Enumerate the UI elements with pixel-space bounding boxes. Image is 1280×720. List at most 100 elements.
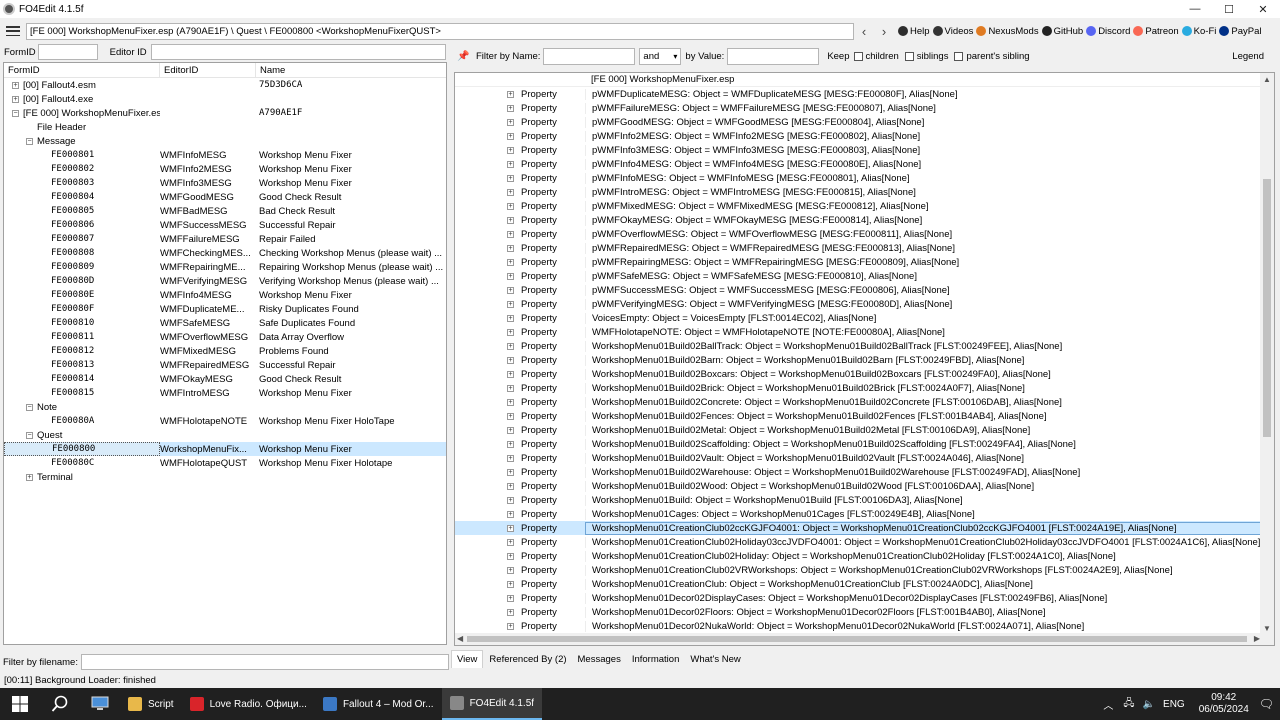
tree-row[interactable]: FE000802 WMFInfo2MESG Workshop Menu Fixer [4, 162, 446, 176]
maximize-button[interactable]: ☐ [1212, 0, 1246, 18]
property-row[interactable]: + Property WorkshopMenu01CreationClub02ccK… [455, 521, 1274, 535]
property-row[interactable]: + Property WorkshopMenu01Build: Object = W… [455, 493, 1274, 507]
tab-what-s-new[interactable]: What's New [685, 651, 745, 668]
link-paypal[interactable]: PayPal [1219, 26, 1261, 37]
property-value[interactable]: pWMFVerifyingMESG: Object = WMFVerifying… [585, 298, 1274, 310]
property-row[interactable]: + Property pWMFOverflowMESG: Object = WMFO… [455, 227, 1274, 241]
property-value[interactable]: pWMFInfoMESG: Object = WMFInfoMESG [MESG… [585, 172, 1274, 184]
expand-icon[interactable]: + [507, 118, 514, 126]
property-value[interactable]: WorkshopMenu01Build02Barn: Object = Work… [585, 354, 1274, 366]
expand-icon[interactable]: + [507, 510, 514, 518]
clock[interactable]: 09:42 06/05/2024 [1199, 692, 1249, 716]
collapse-icon[interactable]: − [26, 137, 33, 145]
property-row[interactable]: + Property pWMFRepairedMESG: Object = WMFR… [455, 241, 1274, 255]
expand-icon[interactable]: + [507, 300, 514, 308]
property-value[interactable]: WorkshopMenu01Build02Vault: Object = Wor… [585, 452, 1274, 464]
tree-row[interactable]: FE00080C WMFHolotapeQUST Workshop Menu Fix… [4, 456, 446, 470]
tree-row[interactable]: − Message [4, 134, 446, 148]
property-row[interactable]: + Property WorkshopMenu01Build02Vault: Obj… [455, 451, 1274, 465]
property-row[interactable]: + Property WMFHolotapeNOTE: Object = WMFHo… [455, 325, 1274, 339]
filter-filename-input[interactable] [80, 654, 449, 670]
property-value[interactable]: pWMFInfo2MESG: Object = WMFInfo2MESG [ME… [585, 130, 1274, 142]
property-row[interactable]: + Property pWMFRepairingMESG: Object = WMF… [455, 255, 1274, 269]
property-value[interactable]: pWMFInfo4MESG: Object = WMFInfo4MESG [ME… [585, 158, 1274, 170]
property-value[interactable]: WorkshopMenu01Decor02NukaWorld: Object =… [585, 620, 1274, 632]
expand-icon[interactable]: + [12, 95, 19, 103]
volume-icon[interactable]: 🔈 [1143, 699, 1155, 710]
expand-icon[interactable]: + [507, 398, 514, 406]
tree-row[interactable]: + [00] Fallout4.esm 75D3D6CA [4, 78, 446, 92]
menu-icon[interactable] [6, 26, 20, 36]
expand-icon[interactable]: + [507, 216, 514, 224]
tab-referenced-by-2[interactable]: Referenced By (2) [484, 651, 571, 668]
property-value[interactable]: pWMFSuccessMESG: Object = WMFSuccessMESG… [585, 284, 1274, 296]
expand-icon[interactable]: + [507, 608, 514, 616]
property-row[interactable]: + Property WorkshopMenu01CreationClub02VRW… [455, 563, 1274, 577]
back-arrow-icon[interactable]: ‹ [854, 24, 874, 39]
property-value[interactable]: pWMFSafeMESG: Object = WMFSafeMESG [MESG… [585, 270, 1274, 282]
expand-icon[interactable]: + [507, 468, 514, 476]
property-row[interactable]: + Property WorkshopMenu01Build02Scaffoldin… [455, 437, 1274, 451]
property-row[interactable]: + Property pWMFInfo3MESG: Object = WMFInfo… [455, 143, 1274, 157]
tree-row[interactable]: FE00080D WMFVerifyingMESG Verifying Worksh… [4, 274, 446, 288]
property-value[interactable]: pWMFInfo3MESG: Object = WMFInfo3MESG [ME… [585, 144, 1274, 156]
expand-icon[interactable]: + [507, 104, 514, 112]
property-row[interactable]: + Property WorkshopMenu01Cages: Object = W… [455, 507, 1274, 521]
property-value[interactable]: WorkshopMenu01Cages: Object = WorkshopMe… [585, 508, 1274, 520]
expand-icon[interactable]: + [507, 454, 514, 462]
property-row[interactable]: + Property WorkshopMenu01Build02Barn: Obje… [455, 353, 1274, 367]
property-row[interactable]: + Property WorkshopMenu01Build02Boxcars: O… [455, 367, 1274, 381]
taskbar-item[interactable]: Love Radio. Офици... [182, 688, 315, 720]
expand-icon[interactable]: + [26, 473, 33, 481]
property-row[interactable]: + Property pWMFVerifyingMESG: Object = WMF… [455, 297, 1274, 311]
property-row[interactable]: + Property pWMFMixedMESG: Object = WMFMixe… [455, 199, 1274, 213]
record-path-field[interactable] [26, 22, 854, 40]
network-icon[interactable]: 🖧 [1123, 696, 1134, 713]
expand-icon[interactable]: + [507, 328, 514, 336]
collapse-icon[interactable]: − [12, 109, 19, 117]
tree-row[interactable]: FE000801 WMFInfoMESG Workshop Menu Fixer [4, 148, 446, 162]
tree-row[interactable]: FE000809 WMFRepairingME... Repairing Works… [4, 260, 446, 274]
scroll-up-icon[interactable]: ▲ [1263, 75, 1271, 84]
expand-icon[interactable]: + [507, 594, 514, 602]
hscroll-thumb[interactable] [467, 636, 1247, 642]
expand-icon[interactable]: + [507, 342, 514, 350]
close-button[interactable]: ✕ [1246, 0, 1280, 18]
property-row[interactable]: + Property pWMFInfoMESG: Object = WMFInfoM… [455, 171, 1274, 185]
property-value[interactable]: WorkshopMenu01Build02Fences: Object = Wo… [585, 410, 1274, 422]
property-row[interactable]: + Property pWMFIntroMESG: Object = WMFIntr… [455, 185, 1274, 199]
scroll-down-icon[interactable]: ▼ [1263, 624, 1271, 633]
tree-row[interactable]: FE000807 WMFFailureMESG Repair Failed [4, 232, 446, 246]
property-value[interactable]: WorkshopMenu01CreationClub02VRWorkshops:… [585, 564, 1274, 576]
expand-icon[interactable]: + [507, 412, 514, 420]
and-or-select[interactable]: and ▾ [639, 47, 682, 65]
windows-start-icon[interactable] [0, 688, 40, 720]
chevron-up-icon[interactable]: ︿ [1103, 697, 1113, 712]
property-row[interactable]: + Property pWMFSuccessMESG: Object = WMFSu… [455, 283, 1274, 297]
property-value[interactable]: pWMFFailureMESG: Object = WMFFailureMESG… [585, 102, 1274, 114]
property-row[interactable]: + Property WorkshopMenu01Build02Fences: Ob… [455, 409, 1274, 423]
property-value[interactable]: pWMFIntroMESG: Object = WMFIntroMESG [ME… [585, 186, 1274, 198]
property-value[interactable]: WorkshopMenu01Build02Boxcars: Object = W… [585, 368, 1274, 380]
property-value[interactable]: WorkshopMenu01Build: Object = WorkshopMe… [585, 494, 1274, 506]
tree-row[interactable]: FE000810 WMFSafeMESG Safe Duplicates Found [4, 316, 446, 330]
property-row[interactable]: + Property WorkshopMenu01Build02BallTrack:… [455, 339, 1274, 353]
property-row[interactable]: + Property WorkshopMenu01Build02Brick: Obj… [455, 381, 1274, 395]
expand-icon[interactable]: + [507, 132, 514, 140]
property-value[interactable]: pWMFMixedMESG: Object = WMFMixedMESG [ME… [585, 200, 1274, 212]
expand-icon[interactable]: + [507, 314, 514, 322]
expand-icon[interactable]: + [507, 538, 514, 546]
property-row[interactable]: + Property WorkshopMenu01Build02Wood: Obje… [455, 479, 1274, 493]
collapse-icon[interactable]: − [26, 403, 33, 411]
column-formid[interactable]: FormID [4, 63, 160, 77]
property-row[interactable]: + Property pWMFOkayMESG: Object = WMFOkayM… [455, 213, 1274, 227]
minimize-button[interactable]: — [1178, 0, 1212, 18]
vertical-scrollbar[interactable]: ▲ ▼ [1260, 73, 1274, 645]
property-row[interactable]: + Property pWMFDuplicateMESG: Object = WMF… [455, 87, 1274, 101]
property-row[interactable]: + Property WorkshopMenu01CreationClub: Obj… [455, 577, 1274, 591]
tab-view[interactable]: View [451, 650, 484, 668]
expand-icon[interactable]: + [507, 566, 514, 574]
tree-row[interactable]: + Terminal [4, 470, 446, 484]
link-discord[interactable]: Discord [1086, 26, 1130, 37]
expand-icon[interactable]: + [507, 258, 514, 266]
